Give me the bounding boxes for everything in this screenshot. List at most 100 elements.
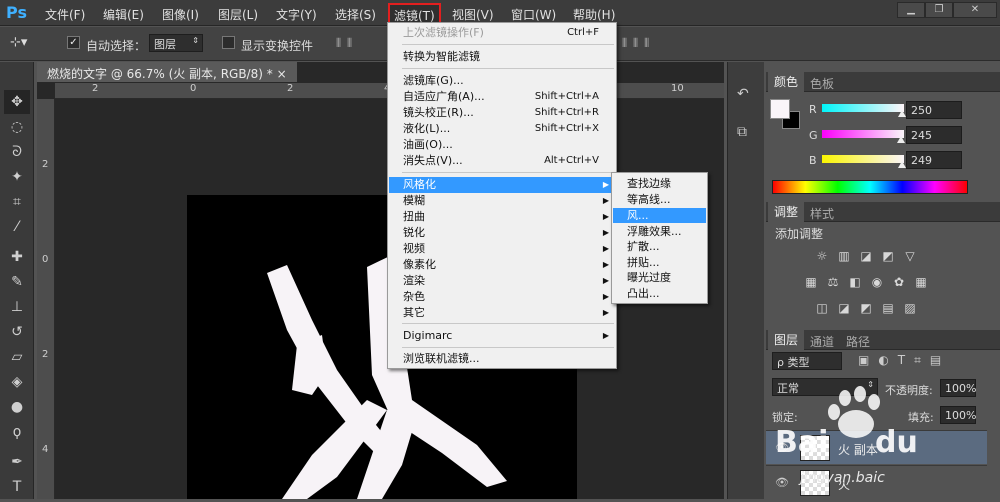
gradient-map-icon[interactable]: ▤	[880, 301, 896, 315]
auto-select-dropdown[interactable]: 图层 ⇕	[149, 34, 203, 52]
menu-image[interactable]: 图像(I)	[162, 6, 199, 23]
menu-item-sharpen[interactable]: 锐化 ▶	[389, 225, 615, 241]
posterize-icon[interactable]: ◪	[836, 301, 852, 315]
visibility-eye-icon[interactable]: 👁	[775, 476, 789, 489]
menu-item-digimarc[interactable]: Digimarc ▶	[389, 328, 615, 344]
close-button[interactable]: ✕	[953, 2, 997, 18]
menu-item-liquify[interactable]: 液化(L)... Shift+Ctrl+X	[389, 121, 615, 137]
menu-file[interactable]: 文件(F)	[45, 6, 85, 23]
photo-filter-icon[interactable]: ◉	[869, 275, 885, 289]
submenu-item-find-edges[interactable]: 查找边缘	[613, 176, 706, 191]
tab-layers[interactable]: 图层	[768, 330, 805, 350]
tab-styles[interactable]: 样式	[810, 205, 834, 222]
layer-row-selected[interactable]: 👁 火 副本	[766, 430, 987, 464]
selective-color-icon[interactable]: ▨	[902, 301, 918, 315]
menu-view[interactable]: 视图(V)	[452, 6, 494, 23]
menu-item-vanishing-point[interactable]: 消失点(V)... Alt+Ctrl+V	[389, 153, 615, 169]
brush-tool-icon[interactable]: ✎	[4, 270, 30, 294]
menu-item-filter-gallery[interactable]: 滤镜库(G)...	[389, 73, 615, 89]
eraser-icon[interactable]: ▱	[4, 345, 30, 369]
submenu-item-emboss[interactable]: 浮雕效果...	[613, 224, 706, 239]
tab-color[interactable]: 颜色	[768, 72, 805, 92]
tab-close-icon[interactable]: ×	[277, 67, 287, 81]
tab-channels[interactable]: 通道	[810, 333, 834, 350]
layer-filter-dropdown[interactable]: ρ 类型	[772, 352, 842, 370]
brightness-contrast-icon[interactable]: ☼	[814, 249, 830, 263]
green-value-input[interactable]: 245	[906, 126, 962, 144]
layer-filter-icons[interactable]: ▣◐T⌗▤	[858, 353, 950, 368]
vibrance-icon[interactable]: ▽	[902, 249, 918, 263]
distribute-icons[interactable]: ⫴⫴⫴	[622, 36, 682, 52]
paint-bucket-icon[interactable]: ◈	[4, 370, 30, 394]
green-slider[interactable]	[822, 130, 905, 143]
color-spectrum-bar[interactable]	[772, 180, 968, 194]
properties-panel-icon[interactable]: ⧉	[737, 124, 747, 140]
menu-window[interactable]: 窗口(W)	[511, 6, 556, 23]
menu-item-convert-smart-filter[interactable]: 转换为智能滤镜	[389, 49, 615, 65]
submenu-item-tiles[interactable]: 拼贴...	[613, 255, 706, 270]
dodge-tool-icon[interactable]: ϙ	[4, 420, 30, 444]
menu-item-lens-correction[interactable]: 镜头校正(R)... Shift+Ctrl+R	[389, 105, 615, 121]
marquee-tool-icon[interactable]: ◌	[4, 115, 30, 139]
show-transform-checkbox[interactable]	[222, 36, 235, 49]
minimize-button[interactable]: ▁	[897, 2, 925, 18]
exposure-icon[interactable]: ◩	[880, 249, 896, 263]
menu-item-adaptive-wide-angle[interactable]: 自适应广角(A)... Shift+Ctrl+A	[389, 89, 615, 105]
opacity-input[interactable]: 100%	[940, 379, 976, 397]
magic-wand-icon[interactable]: ✦	[4, 165, 30, 189]
submenu-item-diffuse[interactable]: 扩散...	[613, 239, 706, 254]
history-panel-icon[interactable]: ↶	[737, 86, 749, 102]
move-tool-icon[interactable]: ✥	[4, 90, 30, 114]
red-slider[interactable]	[822, 104, 907, 117]
type-tool-icon[interactable]: T	[4, 475, 30, 499]
menu-edit[interactable]: 编辑(E)	[103, 6, 144, 23]
menu-item-other[interactable]: 其它 ▶	[389, 305, 615, 321]
submenu-item-contour[interactable]: 等高线...	[613, 192, 706, 207]
threshold-icon[interactable]: ◩	[858, 301, 874, 315]
menu-item-stylize[interactable]: 风格化 ▶	[389, 177, 615, 193]
menu-help[interactable]: 帮助(H)	[573, 6, 615, 23]
submenu-item-solarize[interactable]: 曝光过度	[613, 270, 706, 285]
menu-item-blur[interactable]: 模糊 ▶	[389, 193, 615, 209]
foreground-color-swatch[interactable]	[770, 99, 790, 119]
tab-adjustments[interactable]: 调整	[768, 202, 805, 222]
align-icons[interactable]: ⫴⫴	[336, 36, 386, 52]
pen-tool-icon[interactable]: ✒	[4, 450, 30, 474]
menu-layer[interactable]: 图层(L)	[218, 6, 258, 23]
red-value-input[interactable]: 250	[906, 101, 962, 119]
menu-item-distort[interactable]: 扭曲 ▶	[389, 209, 615, 225]
document-tab[interactable]: 燃烧的文字 @ 66.7% (火 副本, RGB/8) * ×	[37, 62, 297, 82]
lasso-tool-icon[interactable]: ᘐ	[4, 140, 30, 164]
black-white-icon[interactable]: ◧	[847, 275, 863, 289]
tab-paths[interactable]: 路径	[846, 333, 870, 350]
slider-thumb[interactable]	[896, 136, 905, 143]
eyedropper-icon[interactable]: ⁄	[4, 215, 30, 239]
auto-select-checkbox[interactable]: ✓	[67, 36, 80, 49]
clone-stamp-icon[interactable]: ⊥	[4, 295, 30, 319]
restore-button[interactable]: ❐	[925, 2, 953, 18]
fill-input[interactable]: 100%	[940, 406, 976, 424]
menu-item-render[interactable]: 渲染 ▶	[389, 273, 615, 289]
blur-tool-icon[interactable]: ●	[4, 395, 30, 419]
visibility-eye-icon[interactable]: 👁	[775, 441, 789, 454]
blue-value-input[interactable]: 249	[906, 151, 962, 169]
hue-saturation-icon[interactable]: ▦	[803, 275, 819, 289]
tab-swatches[interactable]: 色板	[810, 75, 834, 92]
submenu-item-extrude[interactable]: 凸出...	[613, 286, 706, 301]
levels-icon[interactable]: ▥	[836, 249, 852, 263]
menu-select[interactable]: 选择(S)	[335, 6, 376, 23]
history-brush-icon[interactable]: ↺	[4, 320, 30, 344]
menu-item-pixelate[interactable]: 像素化 ▶	[389, 257, 615, 273]
menu-type[interactable]: 文字(Y)	[276, 6, 317, 23]
channel-mixer-icon[interactable]: ✿	[891, 275, 907, 289]
blue-slider[interactable]	[822, 155, 907, 168]
healing-brush-icon[interactable]: ✚	[4, 245, 30, 269]
color-lookup-icon[interactable]: ▦	[913, 275, 929, 289]
move-tool-preset-icon[interactable]: ⊹▾	[10, 35, 40, 53]
crop-tool-icon[interactable]: ⌗	[4, 190, 30, 214]
menu-item-noise[interactable]: 杂色 ▶	[389, 289, 615, 305]
curves-icon[interactable]: ◪	[858, 249, 874, 263]
menu-item-oil-paint[interactable]: 油画(O)...	[389, 137, 615, 153]
menu-item-video[interactable]: 视频 ▶	[389, 241, 615, 257]
color-balance-icon[interactable]: ⚖	[825, 275, 841, 289]
